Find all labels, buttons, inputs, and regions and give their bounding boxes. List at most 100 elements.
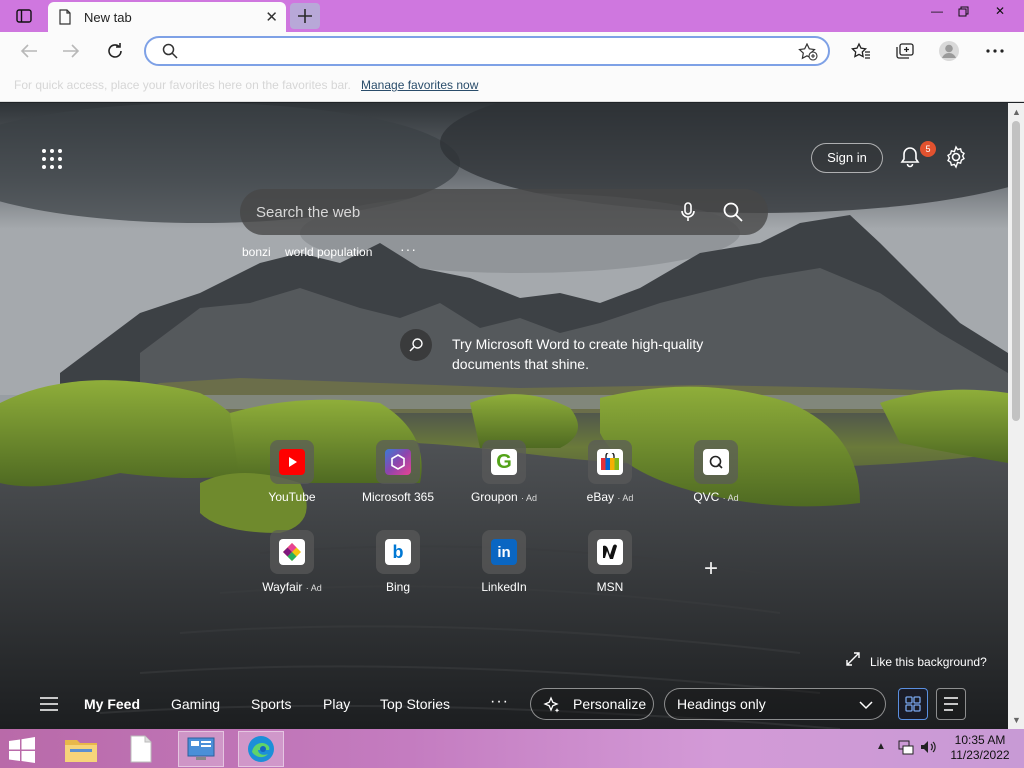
- quick-link-label: QVC: [693, 490, 720, 504]
- ad-badge: · Ad: [521, 493, 538, 503]
- qvc-icon: [703, 449, 729, 475]
- headings-view-select[interactable]: Headings only: [664, 688, 886, 720]
- page-icon: [58, 9, 72, 30]
- folder-icon: [65, 740, 97, 762]
- ad-badge: · Ad: [305, 583, 322, 593]
- feed-menu-icon[interactable]: [40, 697, 58, 713]
- list-view-icon: [944, 697, 958, 711]
- notification-count-badge: 5: [920, 141, 936, 157]
- tab-title: New tab: [84, 10, 132, 25]
- profile-avatar[interactable]: [934, 36, 964, 66]
- refresh-button[interactable]: [100, 36, 130, 66]
- document-icon: [130, 735, 152, 763]
- control-panel-icon: [187, 737, 215, 760]
- add-favorite-icon[interactable]: [798, 42, 818, 66]
- msn-icon: [597, 539, 623, 565]
- feed-more-button[interactable]: ···: [490, 693, 509, 711]
- chevron-down-icon: [859, 697, 873, 713]
- feed-tab-sports[interactable]: Sports: [251, 696, 291, 712]
- browser-toolbar: [0, 32, 1024, 70]
- notepad-taskbar-button[interactable]: [118, 731, 164, 767]
- network-icon[interactable]: [898, 739, 914, 758]
- favorites-icon[interactable]: [846, 36, 876, 66]
- settings-more-icon[interactable]: [980, 36, 1010, 66]
- scroll-up-arrow-icon[interactable]: ▲: [1012, 107, 1021, 117]
- scroll-thumb[interactable]: [1012, 121, 1020, 421]
- personalize-button[interactable]: Personalize: [530, 688, 654, 720]
- add-shortcut-plus-icon[interactable]: +: [704, 555, 718, 583]
- address-bar[interactable]: [144, 36, 830, 66]
- web-search-submit-icon[interactable]: [722, 201, 744, 228]
- close-window-button[interactable]: ✕: [980, 0, 1020, 22]
- page-scrollbar[interactable]: ▲ ▼: [1008, 103, 1024, 729]
- new-tab-button[interactable]: [290, 3, 320, 29]
- taskbar: ▲ 10:35 AM 11/23/2022: [0, 729, 1024, 768]
- quick-link-wayfair[interactable]: Wayfair · Ad: [260, 530, 324, 594]
- quick-link-msn[interactable]: MSN: [578, 530, 642, 594]
- quick-link-ebay[interactable]: eBay · Ad: [578, 440, 642, 504]
- wayfair-icon: [279, 539, 305, 565]
- ebay-icon: [597, 449, 623, 475]
- clock-time: 10:35 AM: [954, 733, 1006, 747]
- search-suggestion[interactable]: world population: [285, 245, 372, 259]
- tab-actions-icon[interactable]: [8, 3, 40, 29]
- feed-tab-top-stories[interactable]: Top Stories: [380, 696, 450, 712]
- favorites-bar: For quick access, place your favorites h…: [0, 70, 1024, 102]
- forward-button[interactable]: [56, 36, 86, 66]
- quick-link-bing[interactable]: b Bing: [366, 530, 430, 594]
- feed-tab-play[interactable]: Play: [323, 696, 350, 712]
- quick-link-label: LinkedIn: [481, 580, 527, 594]
- tab-new-tab[interactable]: New tab ✕: [48, 2, 286, 32]
- back-button[interactable]: [14, 36, 44, 66]
- quick-link-label: MSN: [596, 580, 624, 594]
- close-tab-icon[interactable]: ✕: [265, 8, 278, 26]
- web-search-box[interactable]: Search the web: [240, 189, 768, 235]
- scroll-down-arrow-icon[interactable]: ▼: [1012, 715, 1021, 725]
- ad-badge: · Ad: [722, 493, 739, 503]
- quick-link-linkedin[interactable]: in LinkedIn: [472, 530, 536, 594]
- microphone-icon[interactable]: [678, 201, 698, 228]
- file-explorer-taskbar-button[interactable]: [58, 731, 104, 767]
- show-hidden-icons-icon[interactable]: ▲: [876, 741, 886, 752]
- quick-link-youtube[interactable]: YouTube: [260, 440, 324, 504]
- promo-message[interactable]: Try Microsoft Word to create high-qualit…: [452, 334, 732, 374]
- web-search-placeholder: Search the web: [256, 204, 361, 221]
- restore-button[interactable]: [946, 0, 980, 22]
- quick-link-groupon[interactable]: G Groupon · Ad: [470, 440, 538, 504]
- manage-favorites-link[interactable]: Manage favorites now: [361, 78, 478, 92]
- edge-taskbar-button[interactable]: [238, 731, 284, 767]
- quick-link-microsoft-365[interactable]: Microsoft 365: [362, 440, 434, 504]
- search-icon: [162, 43, 178, 64]
- suggestions-more-button[interactable]: ···: [400, 241, 417, 257]
- quick-link-label: YouTube: [268, 490, 316, 504]
- title-bar: New tab ✕ — ✕: [0, 0, 1024, 32]
- collections-icon[interactable]: [890, 36, 920, 66]
- quick-link-label: Groupon: [470, 490, 518, 504]
- linkedin-icon: in: [491, 539, 517, 565]
- quick-link-qvc[interactable]: QVC · Ad: [684, 440, 748, 504]
- edge-browser-icon: [248, 736, 274, 762]
- volume-icon[interactable]: [920, 739, 936, 758]
- microsoft-365-icon: [385, 449, 411, 475]
- youtube-icon: [279, 449, 305, 475]
- quick-link-label: eBay: [586, 490, 614, 504]
- control-panel-taskbar-button[interactable]: [178, 731, 224, 767]
- start-button[interactable]: [8, 737, 38, 763]
- like-background-link[interactable]: Like this background?: [846, 652, 987, 669]
- grid-view-button[interactable]: [898, 688, 928, 720]
- quick-link-label: Microsoft 365: [361, 490, 435, 504]
- list-view-button[interactable]: [936, 688, 966, 720]
- taskbar-clock[interactable]: 10:35 AM 11/23/2022: [940, 733, 1020, 763]
- expand-icon: [846, 652, 860, 666]
- promo-search-icon[interactable]: [400, 329, 432, 361]
- app-launcher-icon[interactable]: [40, 147, 64, 171]
- personalize-sparkle-icon: [543, 696, 561, 717]
- feed-tab-gaming[interactable]: Gaming: [171, 696, 220, 712]
- windows-logo-icon: [9, 737, 35, 763]
- page-settings-gear-icon[interactable]: [944, 145, 968, 169]
- quick-link-label: Bing: [385, 580, 411, 594]
- search-suggestion[interactable]: bonzi: [242, 245, 271, 259]
- feed-tab-my-feed[interactable]: My Feed: [84, 696, 140, 712]
- quick-link-label: Wayfair: [262, 580, 303, 594]
- sign-in-button[interactable]: Sign in: [811, 143, 883, 173]
